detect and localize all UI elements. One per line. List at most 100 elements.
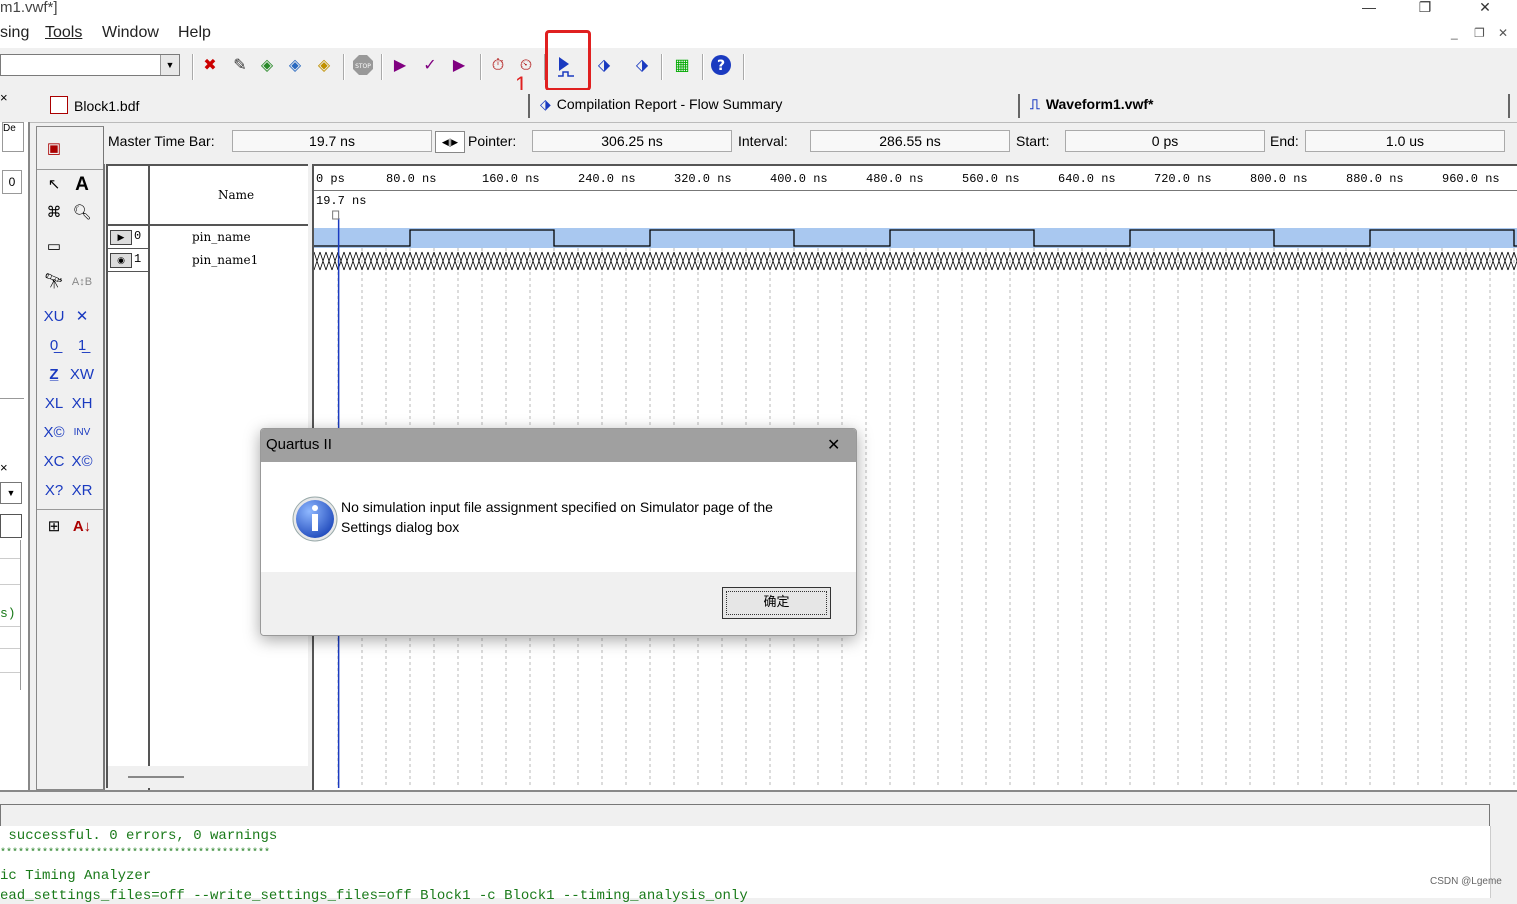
- toolbar: ▼ ✖ ✎ ◈ ◈ ◈ STOP ▶ ✓ ▶ ⏱ ⏲ ⬗ ⬗ ▦ ?: [0, 48, 1517, 88]
- compilation-report-icon[interactable]: ⬗: [592, 54, 616, 78]
- menu-processing[interactable]: sing: [0, 24, 29, 42]
- random-values-icon[interactable]: XR: [69, 479, 95, 503]
- force-high-icon[interactable]: 1̲: [69, 334, 95, 358]
- signal-row[interactable]: ▶ 0 pin_name: [108, 226, 308, 248]
- interval-label: Interval:: [738, 133, 788, 149]
- title-bar: m1.vwf*] — ❐ ✕: [0, 0, 1517, 18]
- pane2-list: s): [0, 540, 21, 690]
- replace-icon[interactable]: A↕B: [69, 270, 95, 294]
- weak-high-icon[interactable]: XH: [69, 392, 95, 416]
- messages-filter[interactable]: [0, 804, 1490, 828]
- dialog-title-bar: Quartus II ✕: [261, 429, 856, 462]
- pointer-field: 306.25 ns: [532, 130, 732, 152]
- pencil-icon[interactable]: ✎: [228, 54, 252, 78]
- minimize-button[interactable]: —: [1346, 0, 1392, 18]
- menu-tools[interactable]: Tools: [45, 24, 82, 42]
- dialog-title: Quartus II: [266, 436, 332, 453]
- waveform-tool-palette: ▣ ↖ A ⌘ 🔍︎ ▭ 🔭︎ A↕B XU ✕ 0̲ 1̲ Z̲ XW XL …: [36, 126, 105, 790]
- analysis-icon[interactable]: ◈: [255, 54, 279, 78]
- waveform-pin-name1[interactable]: [314, 251, 1517, 271]
- master-time-label: Master Time Bar:: [108, 133, 215, 149]
- tab-compilation-report[interactable]: ⬗ Compilation Report - Flow Summary: [540, 96, 782, 113]
- fit-window-icon[interactable]: ▭: [41, 235, 67, 259]
- selection-tool-icon[interactable]: ↖: [41, 173, 67, 197]
- message-line: ****************************************…: [0, 848, 271, 859]
- chevron-down-icon[interactable]: ▼: [160, 55, 179, 75]
- analysis-elaboration-icon[interactable]: ✓: [418, 54, 442, 78]
- name-scrollbar[interactable]: [108, 766, 308, 788]
- tab-block1[interactable]: Block1.bdf: [50, 96, 139, 114]
- pane2-status: s): [0, 606, 16, 621]
- unknown-icon[interactable]: ✕: [69, 305, 95, 329]
- tab-separator: [1508, 94, 1510, 118]
- document-tabs: × Block1.bdf ⬗ Compilation Report - Flow …: [0, 90, 1517, 123]
- timer-icon[interactable]: ⏱: [486, 54, 510, 78]
- signal-row[interactable]: ◉ 1 pin_name1: [108, 249, 308, 271]
- invert-icon[interactable]: INV: [69, 421, 95, 445]
- find-icon[interactable]: 🔭︎: [41, 270, 67, 294]
- menu-window[interactable]: Window: [102, 24, 159, 42]
- stop-icon[interactable]: STOP: [351, 54, 375, 78]
- chevron-down-icon[interactable]: ▼: [0, 482, 22, 504]
- tab-report-label: Compilation Report - Flow Summary: [556, 96, 783, 112]
- weak-low-icon[interactable]: XL: [41, 392, 67, 416]
- start-compilation-icon[interactable]: ▶: [388, 54, 412, 78]
- toolbar-separator: [702, 54, 704, 80]
- text-tool-icon[interactable]: A: [69, 173, 95, 197]
- menu-bar: sing Tools Window Help _ ❐ ✕: [0, 18, 1517, 48]
- waveform-edit-icon[interactable]: ⌘: [41, 201, 67, 225]
- dialog-message: No simulation input file assignment spec…: [341, 499, 773, 535]
- ok-button-label: 确定: [763, 594, 790, 609]
- arbitrary-value-icon[interactable]: X?: [41, 479, 67, 503]
- compile-stop-icon[interactable]: ✖: [198, 54, 222, 78]
- overwrite-clock-icon[interactable]: X©: [69, 450, 95, 474]
- count-value-icon[interactable]: XC: [41, 450, 67, 474]
- toolbar-combo[interactable]: ▼: [0, 54, 180, 76]
- info-icon: [291, 495, 339, 546]
- synthesis-icon[interactable]: ◈: [283, 54, 307, 78]
- mdi-minimize-button[interactable]: _: [1451, 26, 1458, 40]
- pane-divider: [0, 398, 24, 419]
- pane-close-icon[interactable]: ×: [0, 90, 8, 105]
- dont-care-icon[interactable]: X©: [41, 421, 67, 445]
- fullscreen-icon[interactable]: ▣: [41, 137, 67, 161]
- messages-toolbar: [0, 790, 1517, 828]
- pane2-close-icon[interactable]: ×: [0, 460, 26, 480]
- timing-analysis-icon[interactable]: ▶: [447, 54, 471, 78]
- window-title: m1.vwf*]: [0, 0, 58, 16]
- simulation-report-icon[interactable]: ⬗: [630, 54, 654, 78]
- message-line: ic Timing Analyzer: [0, 868, 152, 884]
- snap-grid-icon[interactable]: ⊞: [41, 515, 67, 539]
- help-icon[interactable]: ?: [709, 54, 733, 78]
- dialog-close-button[interactable]: ✕: [827, 435, 840, 455]
- weak-unknown-icon[interactable]: XW: [69, 363, 95, 387]
- ok-button[interactable]: 确定: [722, 587, 831, 619]
- force-low-icon[interactable]: 0̲: [41, 334, 67, 358]
- messages-scrollbar[interactable]: [1490, 826, 1517, 898]
- programmer-icon[interactable]: ▦: [670, 54, 694, 78]
- watermark: CSDN @Lgeme: [1430, 876, 1502, 887]
- menu-help[interactable]: Help: [178, 24, 211, 42]
- mdi-close-button[interactable]: ✕: [1498, 26, 1508, 40]
- close-button[interactable]: ✕: [1462, 0, 1508, 18]
- sort-icon[interactable]: A↓: [69, 515, 95, 539]
- master-time-arrows-icon[interactable]: ◀|▶: [435, 131, 465, 153]
- toolbar-separator: [743, 54, 745, 80]
- zoom-tool-icon[interactable]: 🔍︎: [69, 201, 95, 225]
- toolbar-separator: [480, 54, 482, 80]
- pane2-field[interactable]: [0, 514, 22, 538]
- high-impedance-icon[interactable]: Z̲: [41, 363, 67, 387]
- message-line: ead_settings_files=off --write_settings_…: [0, 888, 748, 904]
- messages-pane: successful. 0 errors, 0 warnings *******…: [0, 826, 1490, 904]
- fitter-icon[interactable]: ◈: [312, 54, 336, 78]
- master-time-field[interactable]: 19.7 ns: [232, 130, 432, 152]
- mdi-restore-button[interactable]: ❐: [1474, 26, 1485, 40]
- toolbar-separator: [381, 54, 383, 80]
- uninitialized-icon[interactable]: XU: [41, 305, 67, 329]
- start-field: 0 ps: [1065, 130, 1265, 152]
- output-pin-icon: ◉: [110, 253, 132, 268]
- name-column-header: Name: [106, 164, 308, 790]
- tab-waveform[interactable]: ⎍ Waveform1.vwf*: [1030, 96, 1153, 113]
- nav-value: 0: [2, 170, 22, 194]
- restore-button[interactable]: ❐: [1402, 0, 1448, 18]
